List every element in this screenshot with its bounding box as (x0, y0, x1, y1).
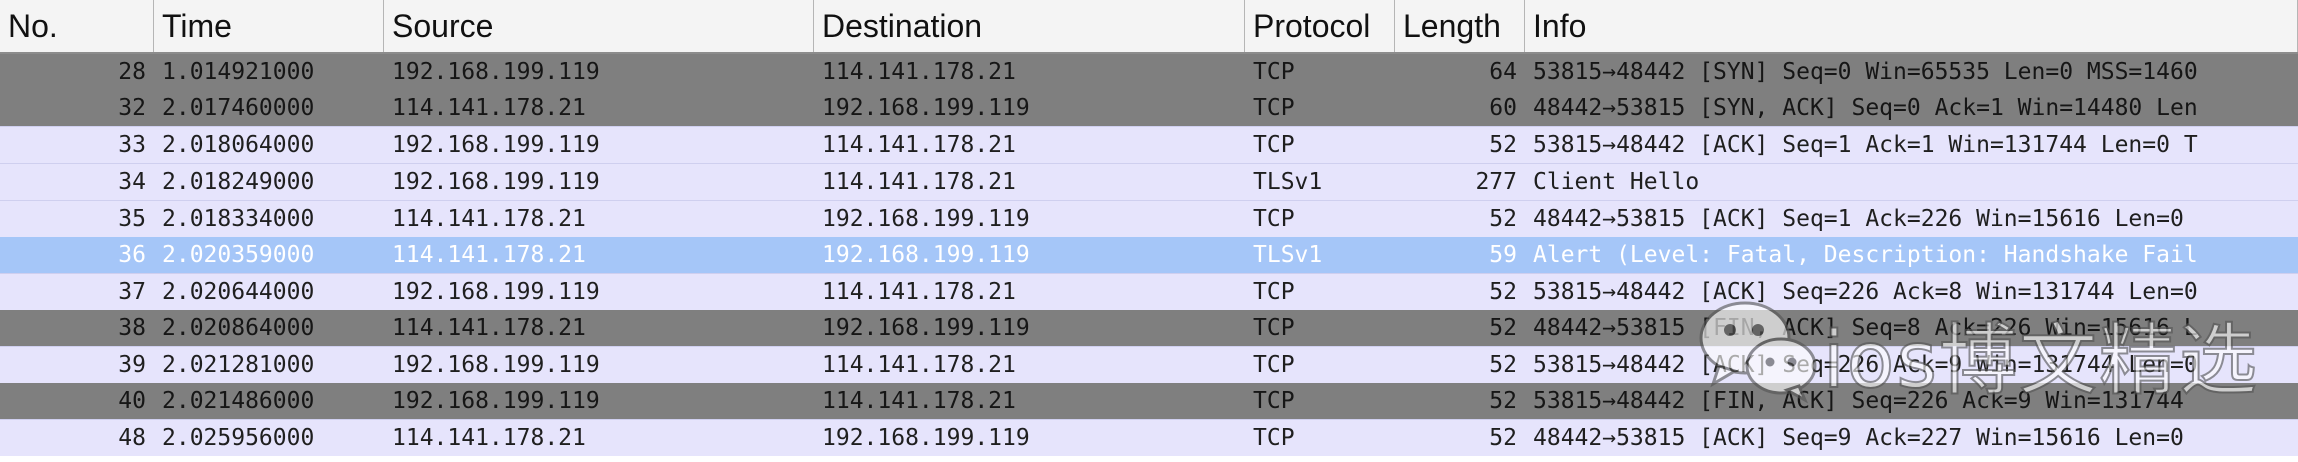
cell-source: 114.141.178.21 (392, 95, 586, 121)
cell-info: 48442→53815 [ACK] Seq=1 Ack=226 Win=1561… (1533, 206, 2184, 232)
column-header-time[interactable]: Time (154, 0, 384, 52)
cell-length: 52 (1489, 388, 1517, 414)
cell-destination: 114.141.178.21 (822, 279, 1016, 305)
cell-destination: 192.168.199.119 (822, 206, 1030, 232)
cell-protocol: TLSv1 (1253, 169, 1323, 195)
cell-info: 48442→53815 [ACK] Seq=9 Ack=227 Win=1561… (1533, 425, 2184, 451)
cell-length: 52 (1489, 279, 1517, 305)
cell-protocol: TCP (1253, 388, 1295, 414)
cell-length: 60 (1489, 95, 1517, 121)
cell-time: 2.020864000 (162, 315, 315, 341)
cell-no: 48 (118, 425, 146, 451)
cell-length: 52 (1489, 425, 1517, 451)
cell-time: 2.018064000 (162, 132, 315, 158)
cell-time: 2.017460000 (162, 95, 315, 121)
cell-no: 34 (118, 169, 146, 195)
column-header-source[interactable]: Source (384, 0, 814, 52)
cell-source: 114.141.178.21 (392, 425, 586, 451)
column-header-protocol[interactable]: Protocol (1245, 0, 1395, 52)
cell-time: 2.018334000 (162, 206, 315, 232)
cell-source: 114.141.178.21 (392, 206, 586, 232)
cell-destination: 192.168.199.119 (822, 425, 1030, 451)
packet-row[interactable]: 35 2.018334000 114.141.178.21 192.168.199.1… (0, 200, 2298, 237)
cell-length: 59 (1489, 242, 1517, 268)
cell-time: 2.018249000 (162, 169, 315, 195)
cell-destination: 114.141.178.21 (822, 59, 1016, 85)
packet-row[interactable]: 40 2.021486000 192.168.199.119 114.141.178.… (0, 383, 2298, 419)
cell-no: 35 (118, 206, 146, 232)
cell-no: 39 (118, 352, 146, 378)
cell-info: 48442→53815 [FIN, ACK] Seq=8 Ack=226 Win… (1533, 315, 2198, 341)
cell-destination: 192.168.199.119 (822, 242, 1030, 268)
cell-protocol: TCP (1253, 352, 1295, 378)
packet-row[interactable]: 33 2.018064000 192.168.199.119 114.141.178.… (0, 126, 2298, 163)
cell-info: 53815→48442 [ACK] Seq=226 Ack=9 Win=1317… (1533, 352, 2198, 378)
packet-row[interactable]: 36 2.020359000 114.141.178.21 192.168.199.1… (0, 237, 2298, 273)
packet-row[interactable]: 39 2.021281000 192.168.199.119 114.141.178.… (0, 346, 2298, 383)
cell-length: 52 (1489, 352, 1517, 378)
packet-row[interactable]: 34 2.018249000 192.168.199.119 114.141.178.… (0, 163, 2298, 200)
cell-info: 53815→48442 [FIN, ACK] Seq=226 Ack=9 Win… (1533, 388, 2184, 414)
cell-no: 37 (118, 279, 146, 305)
cell-no: 38 (118, 315, 146, 341)
cell-info: Alert (Level: Fatal, Description: Handsh… (1533, 242, 2198, 268)
cell-protocol: TCP (1253, 95, 1295, 121)
cell-destination: 114.141.178.21 (822, 352, 1016, 378)
cell-protocol: TCP (1253, 132, 1295, 158)
cell-no: 40 (118, 388, 146, 414)
cell-info: Client Hello (1533, 169, 1700, 195)
packet-row[interactable]: 37 2.020644000 192.168.199.119 114.141.178.… (0, 273, 2298, 310)
cell-length: 52 (1489, 315, 1517, 341)
column-header-length[interactable]: Length (1395, 0, 1525, 52)
cell-no: 28 (118, 59, 146, 85)
cell-info: 53815→48442 [ACK] Seq=1 Ack=1 Win=131744… (1533, 132, 2198, 158)
cell-protocol: TCP (1253, 315, 1295, 341)
cell-length: 52 (1489, 206, 1517, 232)
cell-source: 192.168.199.119 (392, 132, 600, 158)
cell-info: 53815→48442 [ACK] Seq=226 Ack=8 Win=1317… (1533, 279, 2198, 305)
cell-source: 192.168.199.119 (392, 59, 600, 85)
cell-protocol: TCP (1253, 206, 1295, 232)
cell-info: 48442→53815 [SYN, ACK] Seq=0 Ack=1 Win=1… (1533, 95, 2198, 121)
cell-destination: 114.141.178.21 (822, 169, 1016, 195)
cell-destination: 114.141.178.21 (822, 388, 1016, 414)
cell-source: 192.168.199.119 (392, 279, 600, 305)
packet-list-body: 28 1.014921000 192.168.199.119 114.141.178.… (0, 54, 2298, 456)
cell-length: 52 (1489, 132, 1517, 158)
packet-list-header: No. Time Source Destination Protocol Len… (0, 0, 2298, 54)
cell-time: 2.021486000 (162, 388, 315, 414)
packet-row[interactable]: 28 1.014921000 192.168.199.119 114.141.178.… (0, 54, 2298, 90)
cell-time: 2.025956000 (162, 425, 315, 451)
packet-row[interactable]: 38 2.020864000 114.141.178.21 192.168.199.1… (0, 310, 2298, 346)
cell-length: 277 (1475, 169, 1517, 195)
cell-destination: 192.168.199.119 (822, 315, 1030, 341)
cell-destination: 192.168.199.119 (822, 95, 1030, 121)
cell-protocol: TLSv1 (1253, 242, 1323, 268)
cell-time: 1.014921000 (162, 59, 315, 85)
cell-source: 192.168.199.119 (392, 352, 600, 378)
packet-row[interactable]: 48 2.025956000 114.141.178.21 192.168.199.1… (0, 419, 2298, 456)
cell-destination: 114.141.178.21 (822, 132, 1016, 158)
cell-time: 2.020359000 (162, 242, 315, 268)
packet-list: No. Time Source Destination Protocol Len… (0, 0, 2298, 456)
cell-info: 53815→48442 [SYN] Seq=0 Win=65535 Len=0 … (1533, 59, 2198, 85)
column-header-info[interactable]: Info (1525, 0, 2298, 52)
cell-length: 64 (1489, 59, 1517, 85)
cell-no: 33 (118, 132, 146, 158)
cell-source: 114.141.178.21 (392, 315, 586, 341)
column-header-no[interactable]: No. (0, 0, 154, 52)
cell-no: 36 (118, 242, 146, 268)
cell-protocol: TCP (1253, 59, 1295, 85)
cell-protocol: TCP (1253, 279, 1295, 305)
cell-source: 192.168.199.119 (392, 169, 600, 195)
cell-time: 2.021281000 (162, 352, 315, 378)
column-header-destination[interactable]: Destination (814, 0, 1245, 52)
cell-protocol: TCP (1253, 425, 1295, 451)
cell-time: 2.020644000 (162, 279, 315, 305)
cell-source: 192.168.199.119 (392, 388, 600, 414)
cell-no: 32 (118, 95, 146, 121)
cell-source: 114.141.178.21 (392, 242, 586, 268)
packet-row[interactable]: 32 2.017460000 114.141.178.21 192.168.199.1… (0, 90, 2298, 126)
